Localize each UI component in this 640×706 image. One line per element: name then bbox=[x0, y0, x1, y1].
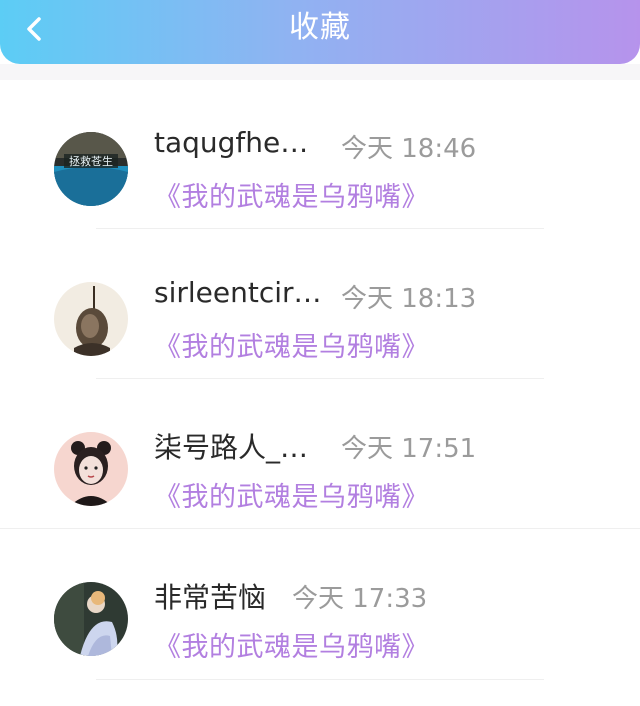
avatar[interactable]: 拯救苍生 bbox=[54, 132, 128, 206]
book-title[interactable]: 《我的武魂是乌鸦嘴》 bbox=[154, 475, 429, 514]
divider bbox=[96, 228, 544, 229]
avatar[interactable] bbox=[54, 432, 128, 506]
avatar[interactable] bbox=[54, 582, 128, 656]
book-title[interactable]: 《我的武魂是乌鸦嘴》 bbox=[154, 625, 429, 664]
divider bbox=[96, 679, 544, 680]
divider bbox=[0, 528, 640, 529]
page-title: 收藏 bbox=[289, 10, 351, 45]
list-item[interactable]: 柒号路人_… 今天 17:51 《我的武魂是乌鸦嘴》 bbox=[0, 380, 640, 530]
book-title[interactable]: 《我的武魂是乌鸦嘴》 bbox=[154, 325, 429, 364]
book-title[interactable]: 《我的武魂是乌鸦嘴》 bbox=[154, 175, 429, 214]
list-item[interactable]: 拯救苍生 taqugfhe… 今天 18:46 《我的武魂是乌鸦嘴》 bbox=[0, 80, 640, 230]
favorite-time: 今天 17:33 bbox=[292, 584, 428, 614]
user-name: sirleentcir… bbox=[154, 276, 322, 309]
favorite-time: 今天 18:13 bbox=[341, 284, 477, 314]
divider bbox=[96, 378, 544, 379]
header-shadow-band bbox=[0, 64, 640, 80]
avatar[interactable] bbox=[54, 282, 128, 356]
top-bar: 收藏 bbox=[0, 0, 640, 64]
list-item[interactable]: 非常苦恼 今天 17:33 《我的武魂是乌鸦嘴》 bbox=[0, 530, 640, 680]
favorite-time: 今天 17:51 bbox=[341, 434, 477, 464]
user-name: 非常苦恼 bbox=[154, 581, 267, 614]
user-name: 柒号路人_… bbox=[154, 431, 309, 464]
user-name: taqugfhe… bbox=[154, 126, 309, 159]
favorite-time: 今天 18:46 bbox=[341, 134, 477, 164]
svg-text:拯救苍生: 拯救苍生 bbox=[69, 154, 113, 168]
list-item[interactable]: sirleentcir… 今天 18:13 《我的武魂是乌鸦嘴》 bbox=[0, 230, 640, 380]
